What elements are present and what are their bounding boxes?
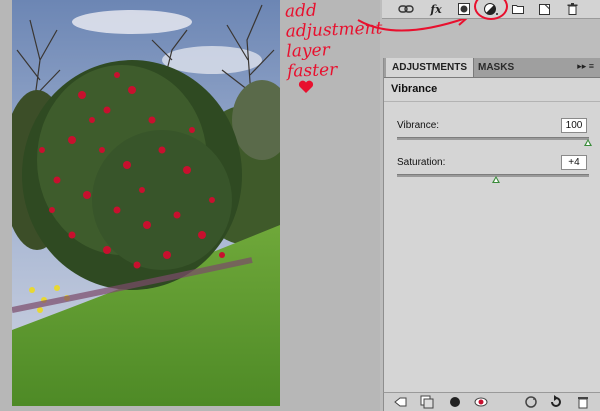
saturation-label: Saturation:	[397, 157, 446, 168]
vibrance-slider-thumb[interactable]	[584, 139, 592, 146]
adjustments-panel: ADJUSTMENTS MASKS ▸▸ ≡ Vibrance Vibrance…	[383, 58, 600, 411]
vibrance-label: Vibrance:	[397, 120, 440, 131]
saturation-slider-thumb[interactable]	[492, 176, 500, 183]
delete-icon[interactable]	[576, 395, 590, 409]
photo-camellia-bush	[12, 0, 280, 406]
layer-mask-icon[interactable]	[456, 2, 472, 16]
vibrance-slider-track[interactable]	[397, 137, 589, 140]
panel-title: Vibrance	[391, 83, 438, 95]
panel-tabbar: ADJUSTMENTS MASKS ▸▸ ≡	[384, 58, 600, 78]
back-arrow-icon[interactable]	[394, 395, 408, 409]
group-folder-icon[interactable]	[510, 2, 526, 16]
trash-icon[interactable]	[564, 2, 580, 16]
adjustment-layer-icon[interactable]	[483, 2, 499, 16]
panel-menu-icon[interactable]: ▸▸ ≡	[577, 61, 594, 72]
panel-bottom-bar	[383, 392, 600, 411]
eye-visibility-icon[interactable]	[448, 395, 462, 409]
tab-adjustments[interactable]: ADJUSTMENTS	[386, 58, 475, 77]
link-icon[interactable]	[398, 2, 414, 16]
layers-toolbar: fx	[382, 0, 600, 19]
clip-layer-icon[interactable]	[420, 395, 434, 409]
new-layer-icon[interactable]	[536, 2, 552, 16]
divider	[384, 101, 600, 102]
annotation-line: faster	[286, 59, 338, 82]
fx-icon[interactable]: fx	[428, 2, 444, 16]
tab-masks[interactable]: MASKS	[472, 58, 520, 77]
refresh-icon[interactable]	[524, 395, 538, 409]
saturation-input[interactable]: +4	[561, 155, 587, 170]
vibrance-input[interactable]: 100	[561, 118, 587, 133]
reset-icon[interactable]	[549, 395, 563, 409]
view-previous-icon[interactable]	[474, 395, 488, 409]
heart-icon	[298, 80, 314, 93]
